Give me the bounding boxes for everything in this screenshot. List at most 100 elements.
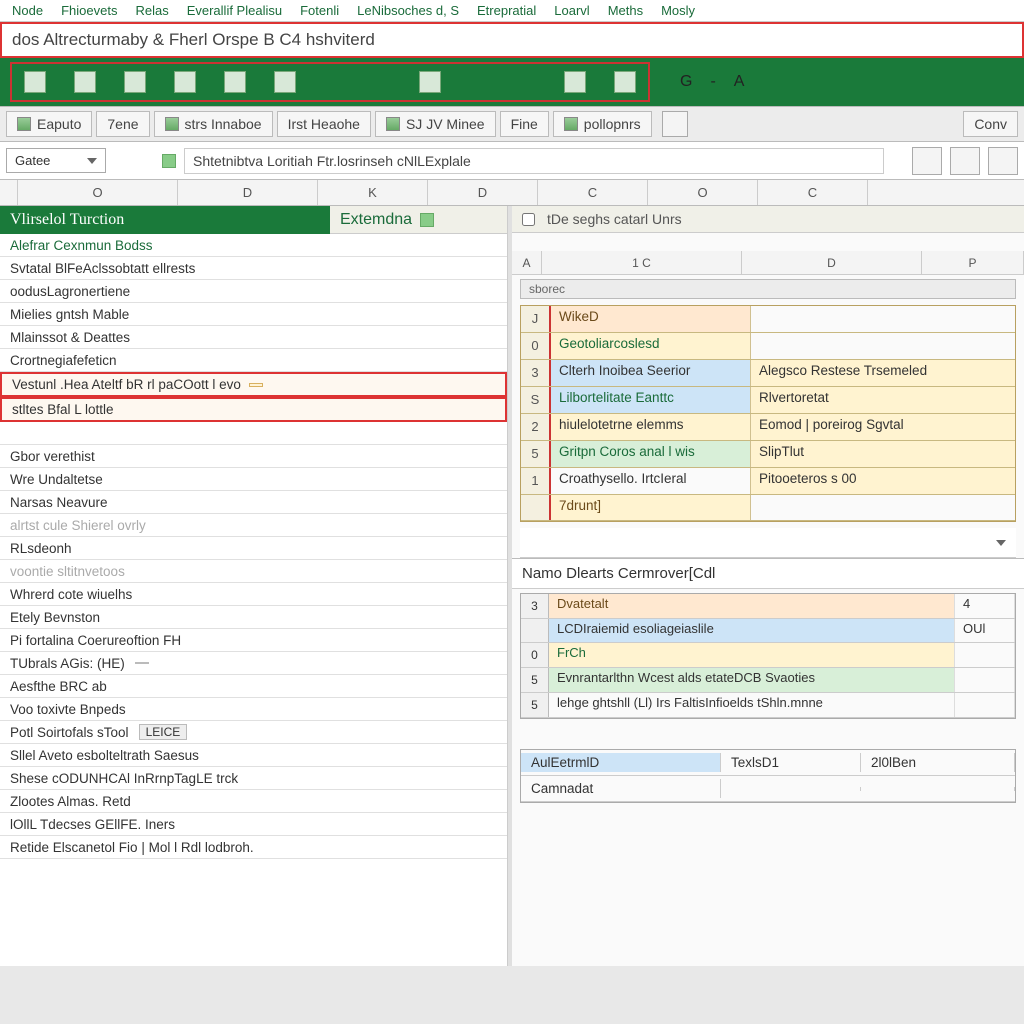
ribbon-icon[interactable] [419, 71, 441, 93]
ribbon-icon[interactable] [74, 71, 96, 93]
list-item[interactable]: Mielies gntsh Mable [0, 303, 507, 326]
menu-item[interactable]: LeNibsoches d, S [349, 1, 467, 20]
list-item[interactable]: oodusLagronertiene [0, 280, 507, 303]
list-item[interactable]: Retide Elscanetol Fio | Mol l Rdl lodbro… [0, 836, 507, 859]
footer-table: AulEetrmlDTexlsD12l0lBenCamnadat [520, 749, 1016, 803]
col-header[interactable]: P [922, 251, 1024, 274]
list-item[interactable]: Mlainssot & Deattes [0, 326, 507, 349]
tab[interactable]: Eaputo [6, 111, 92, 137]
tab[interactable]: Irst Heaohe [277, 111, 371, 137]
menu-item[interactable]: Relas [127, 1, 176, 20]
ribbon-icon[interactable] [614, 71, 636, 93]
name-box[interactable]: Gatee [6, 148, 106, 173]
col-header[interactable]: D [742, 251, 922, 274]
list-item[interactable]: Etely Bevnston [0, 606, 507, 629]
ribbon-icon[interactable] [224, 71, 246, 93]
list-item[interactable]: Aesfthe BRC ab [0, 675, 507, 698]
checkbox[interactable] [522, 213, 535, 226]
ribbon-icon[interactable] [274, 71, 296, 93]
list-item[interactable]: Gbor verethist [0, 445, 507, 468]
table-row[interactable]: 5Evnrantarlthn Wcest alds etateDCB Svaot… [521, 668, 1015, 693]
col-header[interactable]: A [512, 251, 542, 274]
list-item[interactable] [0, 422, 507, 445]
table-row[interactable]: SLilbortelitate EanttcRlvertoretat [521, 387, 1015, 414]
ribbon-icon[interactable] [564, 71, 586, 93]
table-row[interactable]: Camnadat [521, 776, 1015, 802]
section-header: Vlirselol Turction [0, 206, 330, 234]
toolbar-button[interactable] [988, 147, 1018, 175]
col-header[interactable]: O [18, 180, 178, 205]
fx-icon[interactable] [162, 154, 176, 168]
list-item[interactable]: Pi fortalina Coerureoftion FH [0, 629, 507, 652]
tab[interactable]: strs Innaboe [154, 111, 273, 137]
ribbon-right: G - A [680, 73, 744, 91]
table-row[interactable]: 7drunt] [521, 495, 1015, 521]
menu-item[interactable]: Fhioevets [53, 1, 125, 20]
menu-bar: Node Fhioevets Relas Everallif Plealisu … [0, 0, 1024, 22]
dropdown-icon[interactable] [996, 540, 1006, 546]
col-header[interactable]: C [758, 180, 868, 205]
table-row[interactable]: AulEetrmlDTexlsD12l0lBen [521, 750, 1015, 776]
menu-item[interactable]: Everallif Plealisu [179, 1, 290, 20]
ribbon-icon[interactable] [174, 71, 196, 93]
menu-item[interactable]: Loarvl [546, 1, 597, 20]
tab-label: strs Innaboe [185, 116, 262, 132]
tab[interactable]: 7ene [96, 111, 149, 137]
tab[interactable]: pollopnrs [553, 111, 652, 137]
menu-item[interactable]: Mosly [653, 1, 703, 20]
table-row[interactable]: 3Clterh Inoibea SeeriorAlegsco Restese T… [521, 360, 1015, 387]
list-item[interactable]: Whrerd cote wiuelhs [0, 583, 507, 606]
tab[interactable]: Fine [500, 111, 549, 137]
table-row[interactable]: 0Geotoliarcoslesd [521, 333, 1015, 360]
list-item[interactable]: Crortnegiafefeticn [0, 349, 507, 372]
table-row[interactable]: 1Croathysello. IrtcIeralPitooeteros s 00 [521, 468, 1015, 495]
list-item[interactable]: Vestunl .Hea Ateltf bR rl paCOott l evo [0, 372, 507, 397]
toolbar-button[interactable] [950, 147, 980, 175]
table-row[interactable]: 2hiulelotetrne elemmsEomod | poreirog Sg… [521, 414, 1015, 441]
table-row[interactable]: LCDIraiemid esoliageiaslileOUl [521, 619, 1015, 643]
list-item[interactable]: alrtst cule Shierel ovrly [0, 514, 507, 537]
list-item[interactable]: Svtatal BlFeAclssobtatt ellrests [0, 257, 507, 280]
formula-input[interactable]: Shtetnibtva Loritiah Ftr.losrinseh cNlLE… [184, 148, 884, 174]
col-header[interactable]: 1 C [542, 251, 742, 274]
col-header[interactable]: O [648, 180, 758, 205]
list-item[interactable]: Wre Undaltetse [0, 468, 507, 491]
menu-item[interactable]: Fotenli [292, 1, 347, 20]
col-header[interactable]: C [538, 180, 648, 205]
menu-item[interactable]: Node [4, 1, 51, 20]
list-item[interactable]: Alefrar Cexnmun Bodss [0, 234, 507, 257]
col-header[interactable]: D [178, 180, 318, 205]
tab-label: Irst Heaohe [288, 116, 360, 132]
list-item[interactable]: Voo toxivte Bnpeds [0, 698, 507, 721]
sub-header: sborec [520, 279, 1016, 299]
ribbon-icon[interactable] [24, 71, 46, 93]
table-row[interactable]: 3Dvatetalt4 [521, 594, 1015, 619]
list-item[interactable]: Potl Soirtofals sToolLEICE [0, 721, 507, 744]
list-item[interactable]: RLsdeonh [0, 537, 507, 560]
table-row[interactable]: 0FrCh [521, 643, 1015, 668]
table-row[interactable]: 5Gritpn Coros anal l wisSlipTlut [521, 441, 1015, 468]
toolbar-button[interactable] [912, 147, 942, 175]
tab[interactable]: Conv [963, 111, 1018, 137]
table-row[interactable]: JWikeD [521, 306, 1015, 333]
col-header[interactable]: D [428, 180, 538, 205]
table-row[interactable]: 5lehge ghtshll (Ll) Irs FaltisInfioelds … [521, 693, 1015, 718]
list-item[interactable]: voontie sltitnvetoos [0, 560, 507, 583]
title-bar: dos Altrecturmaby & Fherl Orspe B C4 hsh… [0, 22, 1024, 58]
ribbon-icon[interactable] [124, 71, 146, 93]
list-item[interactable]: TUbrals AGis: (HE) [0, 652, 507, 675]
list-item[interactable]: lOllL Tdecses GEllFE. Iners [0, 813, 507, 836]
chevron-down-icon [87, 158, 97, 164]
list-item[interactable]: Narsas Neavure [0, 491, 507, 514]
col-header[interactable]: K [318, 180, 428, 205]
tab[interactable]: SJ JV Minee [375, 111, 496, 137]
section-header-2: Extemdna [330, 206, 507, 234]
tab-button[interactable] [662, 111, 688, 137]
list-item[interactable]: Shese cODUNHCAl InRrnpTagLE trck [0, 767, 507, 790]
list-item[interactable]: Sllel Aveto esbolteltrath Saesus [0, 744, 507, 767]
select-all[interactable] [0, 180, 18, 205]
menu-item[interactable]: Meths [600, 1, 651, 20]
list-item[interactable]: Zlootes Almas. Retd [0, 790, 507, 813]
list-item[interactable]: stltes Bfal L lottle [0, 397, 507, 422]
menu-item[interactable]: Etrepratial [469, 1, 544, 20]
